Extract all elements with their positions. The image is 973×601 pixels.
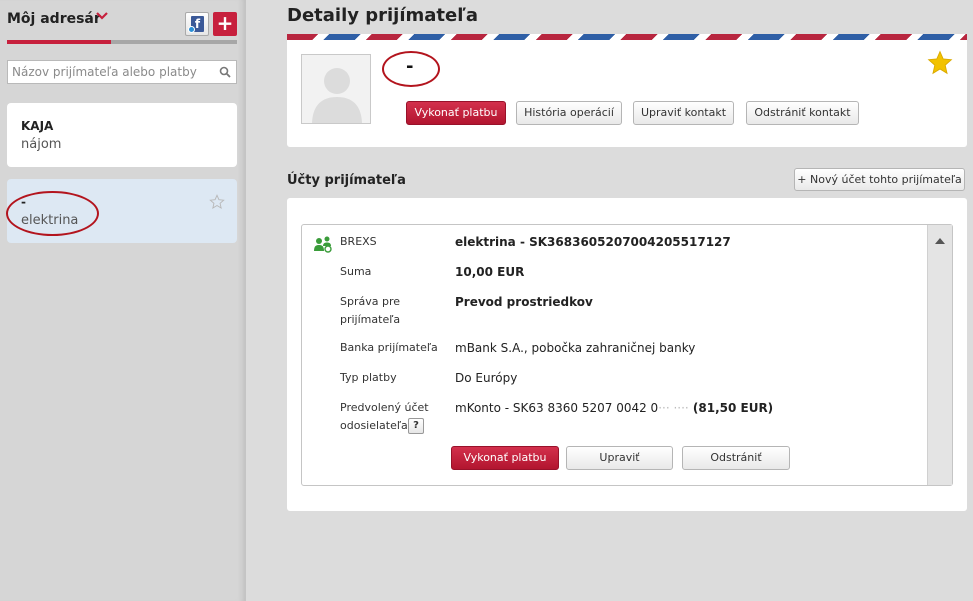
- progress-fill: [7, 40, 111, 44]
- contact-name: KAJA: [21, 119, 54, 133]
- new-account-button[interactable]: + Nový účet tohto prijímateľa: [794, 168, 965, 191]
- bank-code: BREXS: [340, 235, 377, 248]
- envelope-border: [287, 34, 967, 40]
- message-label: Správa pre prijímateľa: [340, 295, 401, 326]
- star-outline-icon[interactable]: [209, 194, 225, 210]
- recipient-bank-value: mBank S.A., pobočka zahraničnej banky: [455, 341, 696, 355]
- contact-name: -: [21, 195, 26, 209]
- page-title: Detaily prijímateľa: [287, 5, 479, 26]
- contact-card-kaja[interactable]: KAJA nájom: [7, 103, 237, 167]
- accounts-section-title: Účty prijímateľa: [287, 173, 406, 188]
- account-edit-button[interactable]: Upraviť: [566, 446, 673, 470]
- help-button[interactable]: ?: [408, 418, 424, 434]
- contact-card-elektrina[interactable]: - elektrina: [7, 179, 237, 243]
- recipient-details-panel: - Vykonať platbu História operácií Uprav…: [287, 34, 967, 147]
- recipient-bank-label: Banka prijímateľa: [340, 341, 438, 354]
- sender-account-masked: ··· ····: [658, 401, 689, 415]
- star-filled-icon[interactable]: [927, 50, 953, 76]
- contact-subtitle: elektrina: [21, 213, 79, 228]
- sender-account-balance: (81,50 EUR): [688, 401, 774, 415]
- account-pay-button[interactable]: Vykonať platbu: [451, 446, 559, 470]
- sender-account-prefix: mKonto - SK63 8360 5207 0042 0: [455, 401, 659, 415]
- address-book-sidebar: Môj adresár f + KAJA nájom - elektrina: [0, 0, 246, 601]
- contact-name-display: -: [406, 56, 414, 77]
- address-book-progress: [7, 40, 237, 44]
- chevron-down-icon[interactable]: [96, 10, 108, 22]
- person-placeholder-icon: [312, 68, 362, 123]
- facebook-import-button[interactable]: f: [185, 12, 209, 36]
- delete-contact-button[interactable]: Odstrániť kontakt: [746, 101, 859, 125]
- scroll-up-arrow-icon[interactable]: [935, 238, 945, 244]
- default-sender-account-value: mKonto - SK63 8360 5207 0042 0··· ···· (…: [455, 399, 773, 417]
- amount-value: 10,00 EUR: [455, 265, 525, 279]
- edit-contact-button[interactable]: Upraviť kontakt: [633, 101, 734, 125]
- accounts-panel: BREXS elektrina - SK36836052070042055171…: [287, 198, 967, 511]
- scrollbar[interactable]: [927, 225, 952, 485]
- address-book-title[interactable]: Môj adresár: [7, 11, 101, 27]
- pay-button[interactable]: Vykonať platbu: [406, 101, 506, 125]
- default-sender-account-label: Predvolený účet odosielateľa: [340, 401, 429, 432]
- payment-type-label: Typ platby: [340, 371, 397, 384]
- search-icon[interactable]: [219, 66, 231, 78]
- account-name-iban: elektrina - SK3683605207004205517127: [455, 235, 731, 249]
- history-button[interactable]: História operácií: [516, 101, 622, 125]
- sync-badge-icon: [188, 26, 195, 33]
- search-box[interactable]: [7, 60, 237, 84]
- account-card: BREXS elektrina - SK36836052070042055171…: [301, 224, 953, 486]
- payment-type-value: Do Európy: [455, 371, 518, 385]
- add-contact-button[interactable]: +: [213, 12, 237, 36]
- people-money-icon: [314, 236, 332, 253]
- message-value: Prevod prostriedkov: [455, 295, 593, 309]
- avatar: [301, 54, 371, 124]
- contact-subtitle: nájom: [21, 137, 62, 152]
- search-input[interactable]: [12, 64, 212, 80]
- amount-label: Suma: [340, 265, 372, 278]
- account-delete-button[interactable]: Odstrániť: [682, 446, 790, 470]
